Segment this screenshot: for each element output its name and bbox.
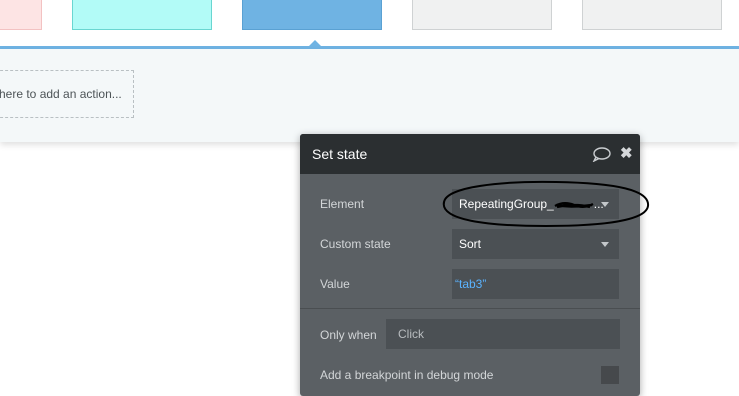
add-action-placeholder[interactable]: here to add an action... (0, 70, 134, 118)
value-input[interactable]: “tab3” (452, 269, 619, 299)
close-icon[interactable]: ✖ (620, 146, 633, 162)
breakpoint-checkbox[interactable] (601, 366, 619, 384)
workflow-step-card[interactable] (0, 0, 42, 30)
workflow-step-card[interactable] (412, 0, 552, 30)
custom-state-dropdown[interactable]: Sort (452, 229, 619, 259)
dialog-header: Set state ✖ (300, 134, 640, 174)
workflow-step-card[interactable] (582, 0, 722, 30)
divider (300, 308, 640, 309)
only-when-label: Only when (320, 328, 377, 342)
dialog-title: Set state (312, 146, 368, 162)
breakpoint-label: Add a breakpoint in debug mode (320, 368, 494, 382)
only-when-input[interactable]: Click (386, 319, 620, 349)
custom-state-value: Sort (459, 237, 482, 251)
workflow-step-card[interactable] (72, 0, 212, 30)
element-label: Element (320, 197, 365, 211)
actions-panel: here to add an action... (0, 49, 739, 142)
chevron-down-icon (601, 242, 609, 247)
set-state-dialog: Set state ✖ Element RepeatingGroup_... C… (300, 134, 640, 396)
workflow-step-card-selected[interactable] (242, 0, 382, 30)
custom-state-label: Custom state (320, 237, 391, 251)
comment-icon[interactable] (592, 147, 611, 167)
value-label: Value (320, 277, 350, 291)
annotation-circle (442, 180, 650, 228)
